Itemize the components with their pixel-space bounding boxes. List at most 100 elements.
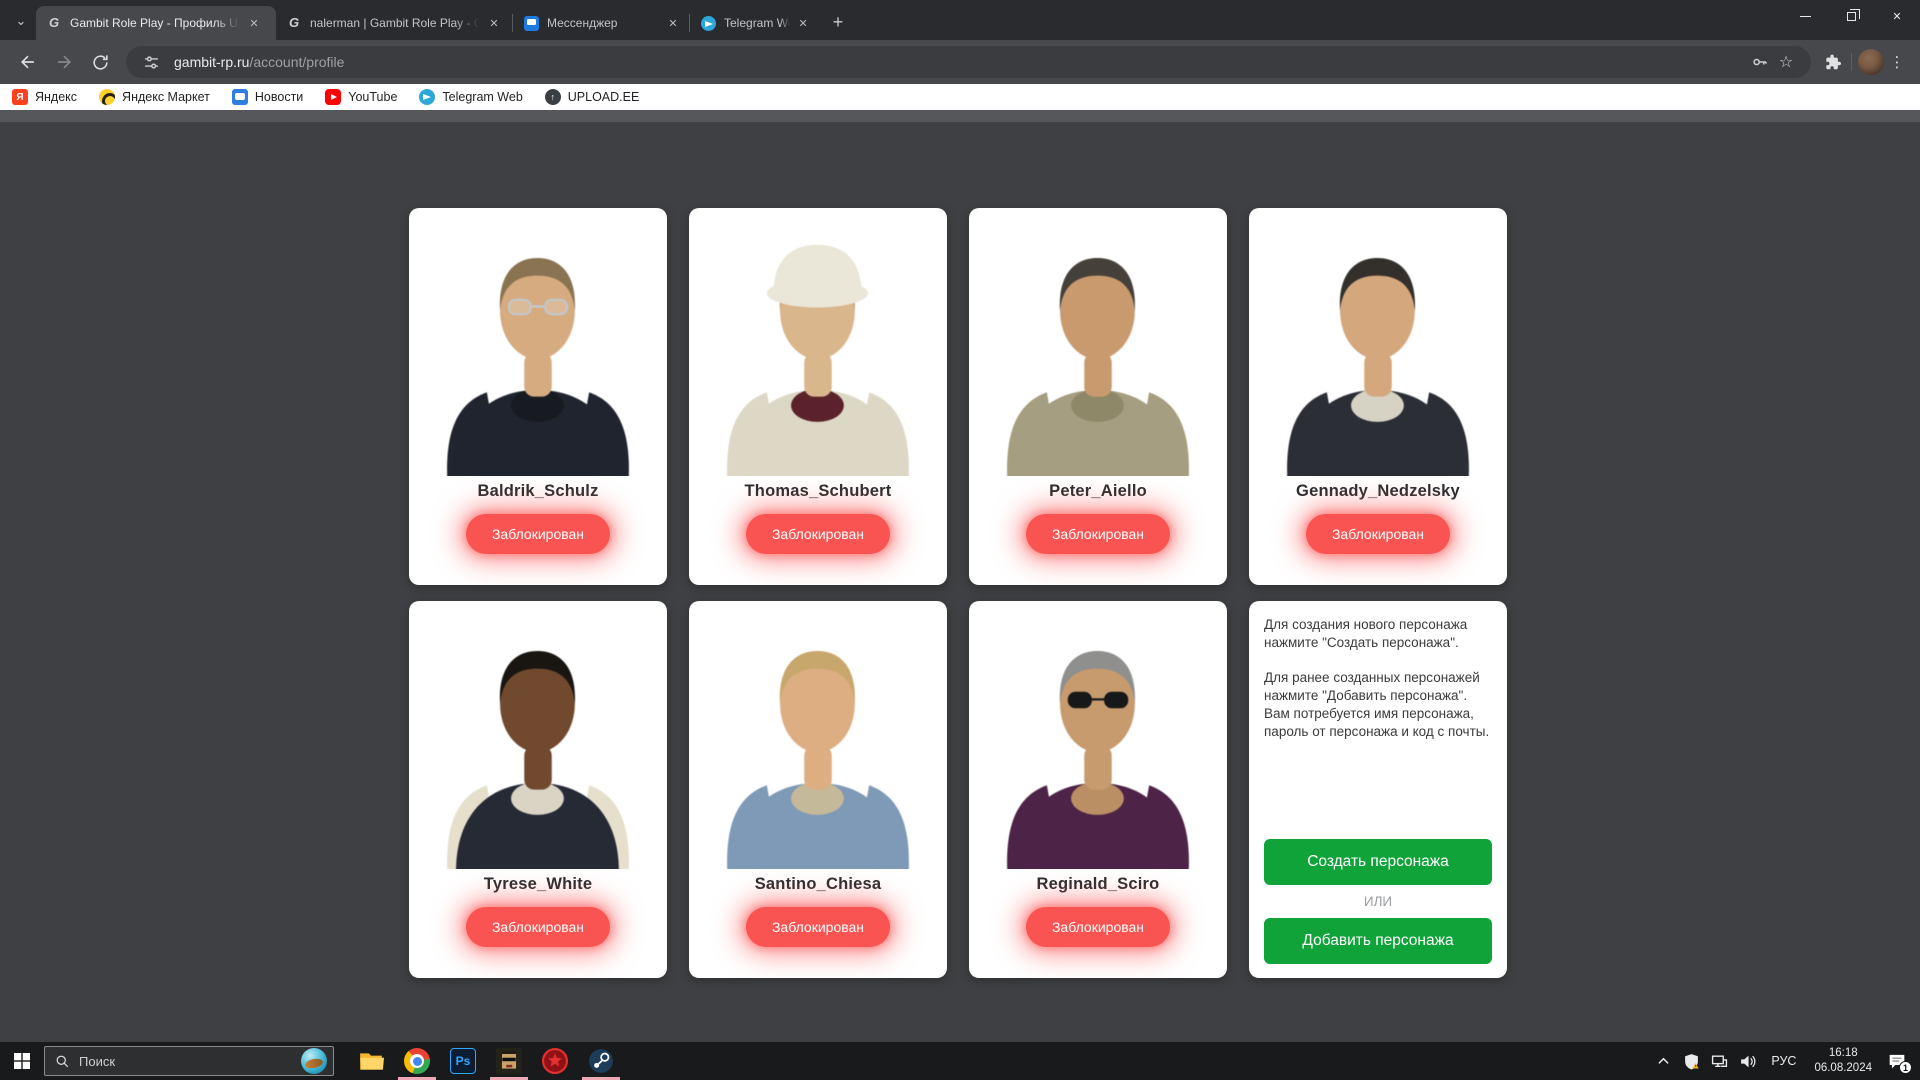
tab-strip: ⌄ G Gambit Role Play - Профиль U ✕ G nal… <box>0 0 1920 40</box>
bookmark-upload-ee[interactable]: ↑ UPLOAD.EE <box>545 89 640 105</box>
tab-telegram-web[interactable]: Telegram Web ✕ <box>690 6 818 40</box>
photoshop-icon[interactable]: Ps <box>440 1042 486 1080</box>
volume-icon[interactable] <box>1735 1046 1759 1076</box>
bookmark-telegram-web[interactable]: Telegram Web <box>419 89 522 105</box>
system-tray: РУС 16:18 06.08.2024 1 <box>1651 1046 1920 1076</box>
extensions-puzzle-icon[interactable] <box>1819 49 1845 75</box>
date: 06.08.2024 <box>1814 1062 1872 1074</box>
tab-gambit-profile[interactable]: G Gambit Role Play - Профиль U ✕ <box>36 6 276 40</box>
character-name: Baldrik_Schulz <box>477 482 598 501</box>
tab-title: Telegram Web <box>724 16 790 30</box>
info-paragraph-2: Для ранее созданных персонажей нажмите "… <box>1264 669 1492 741</box>
taskbar-apps: Ps <box>348 1042 624 1080</box>
url-text[interactable]: gambit-rp.ru/account/profile <box>174 54 1747 70</box>
reload-icon[interactable] <box>85 47 115 77</box>
create-character-panel: Для создания нового персонажа нажмите "С… <box>1249 601 1507 978</box>
blocked-status-button[interactable]: Заблокирован <box>746 907 890 947</box>
tray-chevron-icon[interactable] <box>1651 1046 1675 1076</box>
bookmark-yandex[interactable]: Я Яндекс <box>12 89 77 105</box>
gambit-favicon-icon: G <box>286 15 302 31</box>
time: 16:18 <box>1829 1047 1858 1059</box>
upload-ee-icon: ↑ <box>545 89 561 105</box>
character-portrait <box>692 208 944 476</box>
blocked-status-button[interactable]: Заблокирован <box>1026 907 1170 947</box>
search-icon <box>55 1054 70 1069</box>
language-indicator[interactable]: РУС <box>1763 1054 1804 1068</box>
clock[interactable]: 16:18 06.08.2024 <box>1808 1046 1878 1076</box>
character-portrait <box>972 601 1224 869</box>
red-game-icon[interactable] <box>532 1042 578 1080</box>
close-window-button[interactable]: ✕ <box>1874 0 1920 32</box>
back-icon[interactable] <box>13 47 43 77</box>
network-icon[interactable] <box>1707 1046 1731 1076</box>
tab-title: Gambit Role Play - Профиль U <box>70 16 240 30</box>
tab-close-icon[interactable]: ✕ <box>246 15 262 31</box>
character-portrait <box>412 208 664 476</box>
blocked-status-button[interactable]: Заблокирован <box>1306 514 1450 554</box>
notifications-icon[interactable]: 1 <box>1882 1046 1912 1076</box>
site-settings-icon[interactable] <box>138 49 164 75</box>
character-name: Reginald_Sciro <box>1037 875 1160 894</box>
taskbar-search-input[interactable]: Поиск <box>44 1046 334 1076</box>
window-controls: ✕ <box>1782 0 1920 32</box>
start-button[interactable] <box>0 1042 44 1080</box>
tab-close-icon[interactable]: ✕ <box>665 15 681 31</box>
minimize-button[interactable] <box>1782 0 1828 32</box>
character-name: Thomas_Schubert <box>745 482 892 501</box>
messenger-favicon-icon <box>523 15 539 31</box>
tab-gambit-nalerman[interactable]: G nalerman | Gambit Role Play - G ✕ <box>276 6 512 40</box>
character-portrait <box>412 601 664 869</box>
steam-icon[interactable] <box>578 1042 624 1080</box>
telegram-favicon-icon <box>700 15 716 31</box>
character-portrait <box>1252 208 1504 476</box>
password-key-icon[interactable] <box>1747 49 1773 75</box>
tab-strip-chevron-icon[interactable]: ⌄ <box>8 7 34 35</box>
character-card: Peter_Aiello Заблокирован <box>969 208 1227 585</box>
character-name: Gennady_Nedzelsky <box>1296 482 1460 501</box>
restore-button[interactable] <box>1828 0 1874 32</box>
bookmark-yandex-market[interactable]: Яндекс Маркет <box>99 89 210 105</box>
character-card: Thomas_Schubert Заблокирован <box>689 208 947 585</box>
toolbar-separator <box>1851 53 1852 71</box>
character-portrait <box>972 208 1224 476</box>
bookmark-star-icon[interactable]: ☆ <box>1773 49 1799 75</box>
yandex-market-icon <box>99 89 115 105</box>
address-bar[interactable]: gambit-rp.ru/account/profile ☆ <box>126 46 1811 78</box>
menu-kebab-icon[interactable]: ⋮ <box>1884 53 1910 71</box>
character-name: Tyrese_White <box>484 875 592 894</box>
forward-icon[interactable] <box>49 47 79 77</box>
defender-shield-icon[interactable] <box>1679 1046 1703 1076</box>
character-card: Santino_Chiesa Заблокирован <box>689 601 947 978</box>
chrome-icon[interactable] <box>394 1042 440 1080</box>
tab-close-icon[interactable]: ✕ <box>486 15 502 31</box>
search-highlight-icon[interactable] <box>301 1048 327 1074</box>
bookmark-youtube[interactable]: YouTube <box>325 89 397 105</box>
blocked-status-button[interactable]: Заблокирован <box>1026 514 1170 554</box>
bookmark-label: Новости <box>255 90 303 104</box>
bookmark-news[interactable]: Новости <box>232 89 303 105</box>
telegram-icon <box>419 89 435 105</box>
blocked-status-button[interactable]: Заблокирован <box>466 514 610 554</box>
character-name: Peter_Aiello <box>1049 482 1147 501</box>
create-character-button[interactable]: Создать персонажа <box>1264 839 1492 885</box>
add-character-button[interactable]: Добавить персонажа <box>1264 918 1492 964</box>
gambit-favicon-icon: G <box>46 15 62 31</box>
bookmark-label: YouTube <box>348 90 397 104</box>
or-label: ИЛИ <box>1264 894 1492 909</box>
profile-avatar[interactable] <box>1858 49 1884 75</box>
character-cards-grid: Baldrik_Schulz Заблокирован <box>409 208 1507 978</box>
character-card: Tyrese_White Заблокирован <box>409 601 667 978</box>
blocked-status-button[interactable]: Заблокирован <box>746 514 890 554</box>
bookmark-label: Яндекс Маркет <box>122 90 210 104</box>
news-icon <box>232 89 248 105</box>
character-portrait <box>692 601 944 869</box>
yandex-icon: Я <box>12 89 28 105</box>
file-explorer-icon[interactable] <box>348 1042 394 1080</box>
tab-messenger[interactable]: Мессенджер ✕ <box>513 6 689 40</box>
new-tab-button[interactable]: + <box>824 8 852 36</box>
blocked-status-button[interactable]: Заблокирован <box>466 907 610 947</box>
tab-close-icon[interactable]: ✕ <box>796 15 810 31</box>
search-placeholder: Поиск <box>79 1054 292 1069</box>
bookmark-label: Яндекс <box>35 90 77 104</box>
gta-sa-icon[interactable] <box>486 1042 532 1080</box>
